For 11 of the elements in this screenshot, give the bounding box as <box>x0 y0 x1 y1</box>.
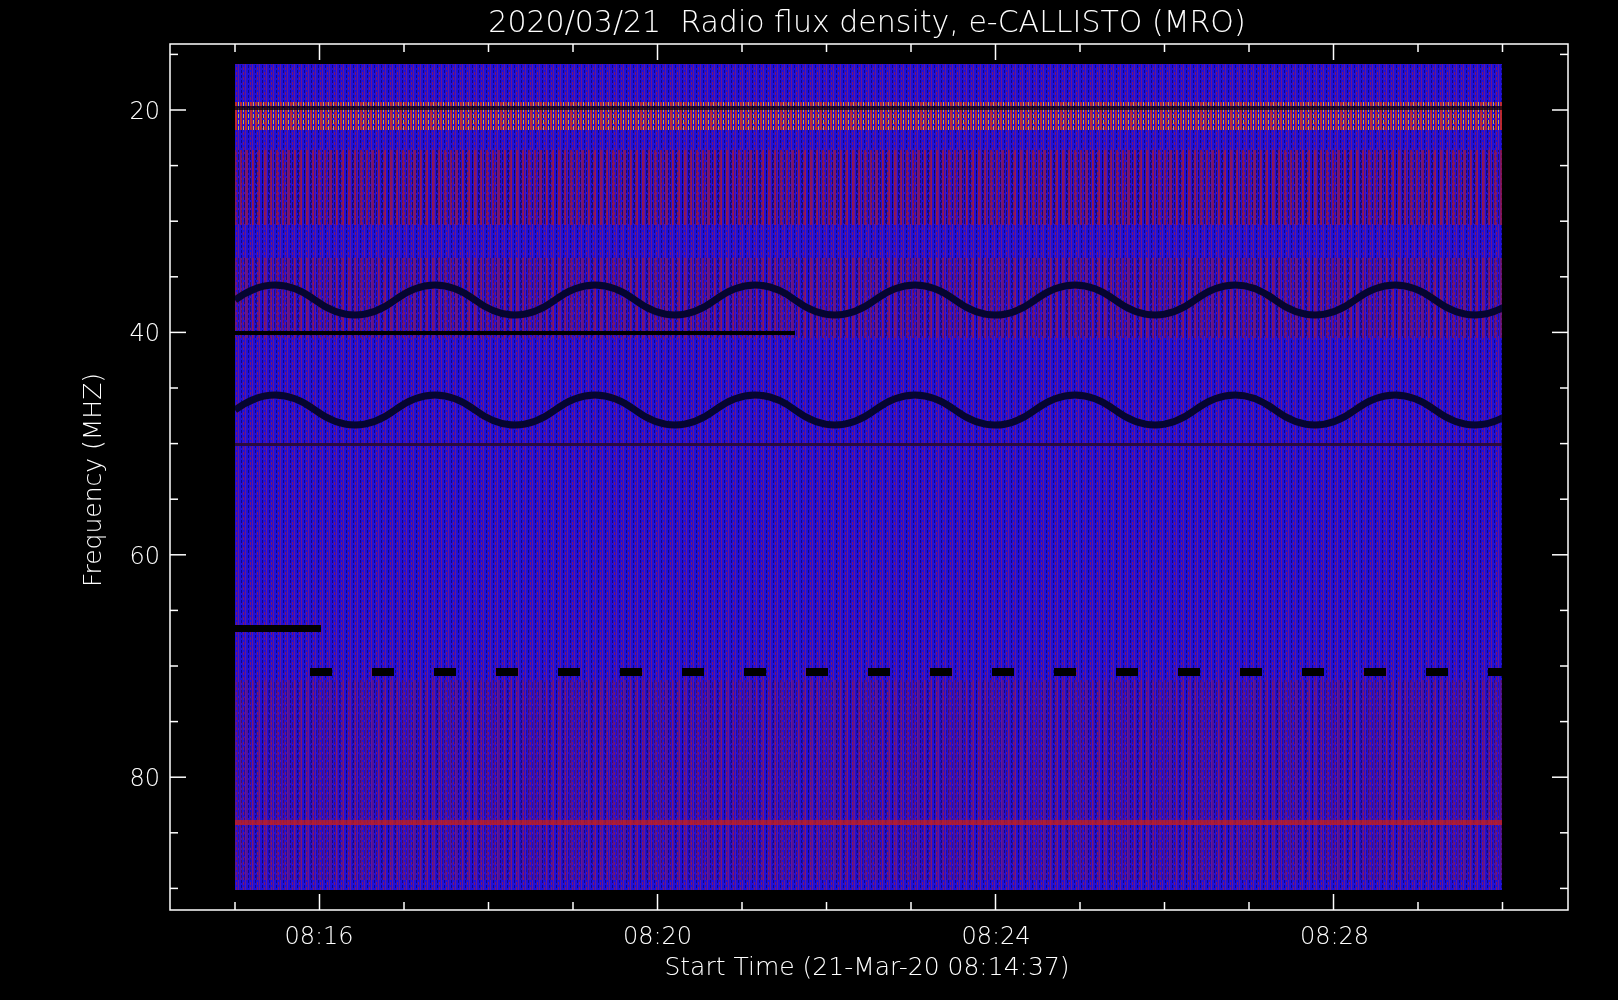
chart-title: 2020/03/21 Radio flux density, e-CALLISTO (MRO) <box>488 4 1246 39</box>
x-tick-label: 08:16 <box>284 922 354 950</box>
y-tick-label: 20 <box>129 97 160 125</box>
y-tick-label: 60 <box>129 541 160 570</box>
y-axis-label: Frequency (MHZ) <box>78 372 107 588</box>
x-tick-label: 08:24 <box>961 922 1031 950</box>
x-axis-label: Start Time (21-Mar-20 08:14:37) <box>664 952 1070 981</box>
y-tick-label: 40 <box>129 319 160 348</box>
x-tick-label: 08:20 <box>622 922 693 950</box>
y-tick-label: 80 <box>129 763 160 792</box>
x-tick-label: 08:28 <box>1299 922 1370 950</box>
